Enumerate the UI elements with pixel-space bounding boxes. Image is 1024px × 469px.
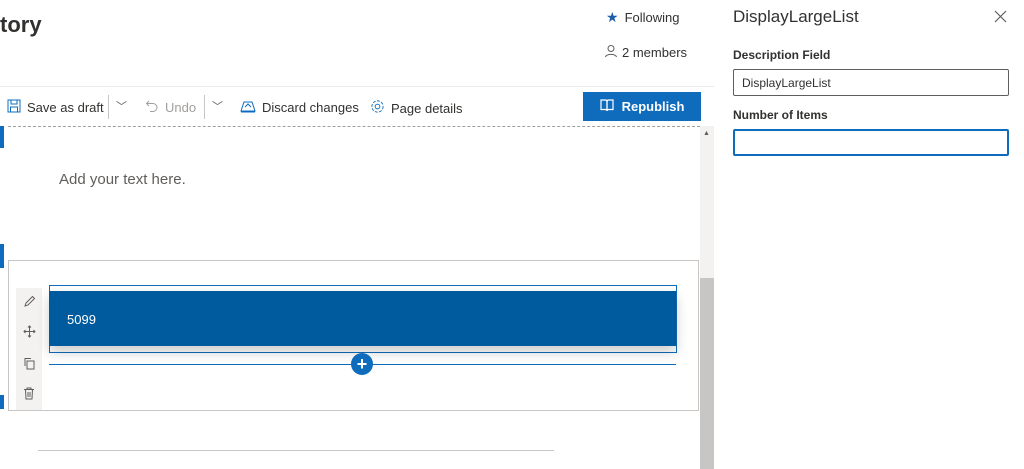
- republish-label: Republish: [621, 99, 685, 114]
- save-draft-button[interactable]: Save as draft: [7, 99, 104, 116]
- duplicate-icon[interactable]: [20, 354, 38, 372]
- page-details-label: Page details: [391, 100, 463, 116]
- save-icon: [7, 99, 21, 116]
- number-of-items-label: Number of Items: [733, 108, 828, 122]
- number-of-items-input[interactable]: [733, 129, 1009, 156]
- following-button[interactable]: ★ Following: [606, 9, 679, 26]
- description-field-input[interactable]: [733, 69, 1009, 96]
- move-icon[interactable]: [20, 322, 38, 340]
- webpart-toolbar: [16, 288, 42, 410]
- undo-icon: [145, 99, 159, 116]
- scroll-up-icon[interactable]: ▲: [703, 130, 710, 137]
- chevron-down-icon[interactable]: ﹀: [212, 98, 223, 114]
- following-label: Following: [624, 10, 680, 25]
- description-field-label: Description Field: [733, 48, 831, 62]
- star-icon: ★: [606, 9, 619, 25]
- section-indicator: [0, 395, 4, 409]
- display-large-list-webpart[interactable]: 5099: [49, 291, 676, 346]
- add-webpart-button[interactable]: +: [351, 353, 373, 375]
- canvas-top-border: [8, 126, 700, 127]
- webpart-value: 5099: [67, 312, 96, 327]
- section-indicator: [0, 126, 4, 148]
- book-icon: [599, 98, 614, 115]
- toolbar-divider: [108, 95, 109, 119]
- text-webpart-placeholder[interactable]: Add your text here.: [59, 171, 186, 188]
- page-details-button[interactable]: Page details: [370, 99, 463, 117]
- edit-pencil-icon[interactable]: [20, 292, 38, 310]
- members-label: 2 members: [622, 45, 688, 60]
- members-button[interactable]: 2 members: [604, 44, 687, 61]
- undo-button[interactable]: Undo: [145, 99, 196, 116]
- close-icon[interactable]: [994, 8, 1007, 28]
- gear-icon: [370, 99, 385, 117]
- toolbar-divider: [204, 95, 205, 119]
- scrollbar-thumb[interactable]: [700, 278, 714, 469]
- delete-icon[interactable]: [20, 384, 38, 402]
- discard-label: Discard changes: [262, 100, 359, 115]
- save-draft-label: Save as draft: [27, 100, 104, 115]
- discard-changes-button[interactable]: Discard changes: [240, 99, 359, 116]
- chevron-down-icon[interactable]: ﹀: [116, 98, 127, 114]
- person-icon: [604, 44, 618, 61]
- undo-label: Undo: [165, 100, 197, 115]
- property-pane-title: DisplayLargeList: [733, 7, 859, 26]
- republish-button[interactable]: Republish: [583, 92, 701, 121]
- section-indicator: [0, 244, 4, 268]
- page-title: tory: [0, 12, 42, 37]
- section-divider: [38, 450, 554, 451]
- header-divider: [0, 86, 714, 87]
- discard-icon: [240, 99, 256, 116]
